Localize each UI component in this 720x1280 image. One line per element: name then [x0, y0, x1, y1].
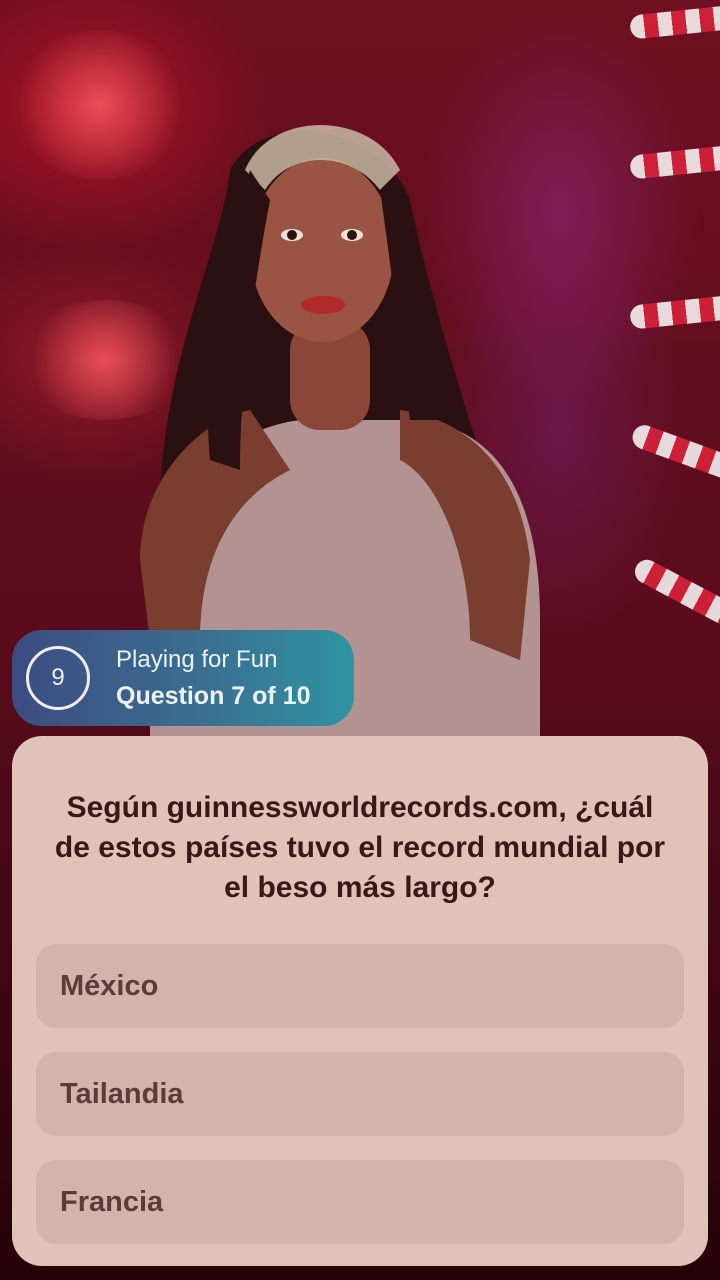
answer-option-label: Tailandia	[60, 1077, 184, 1110]
game-status-text: Playing for Fun Question 7 of 10	[116, 642, 310, 714]
game-mode-label: Playing for Fun	[116, 646, 278, 673]
answer-option-francia[interactable]: Francia	[36, 1160, 684, 1244]
question-text: Según guinnessworldrecords.com, ¿cuál de…	[54, 791, 666, 904]
answer-option-tailandia[interactable]: Tailandia	[36, 1052, 684, 1136]
answer-option-mexico[interactable]: México	[36, 944, 684, 1028]
question-card: Según guinnessworldrecords.com, ¿cuál de…	[12, 736, 708, 1266]
answer-option-label: México	[60, 969, 159, 1002]
question-progress-label: Question 7 of 10	[116, 682, 311, 710]
countdown-timer: 9	[26, 646, 90, 710]
quiz-screen: 9 Playing for Fun Question 7 of 10 Según…	[0, 0, 720, 1280]
answer-option-label: Francia	[60, 1185, 164, 1218]
game-status-pill: 9 Playing for Fun Question 7 of 10	[12, 630, 354, 726]
timer-value: 9	[51, 664, 65, 691]
